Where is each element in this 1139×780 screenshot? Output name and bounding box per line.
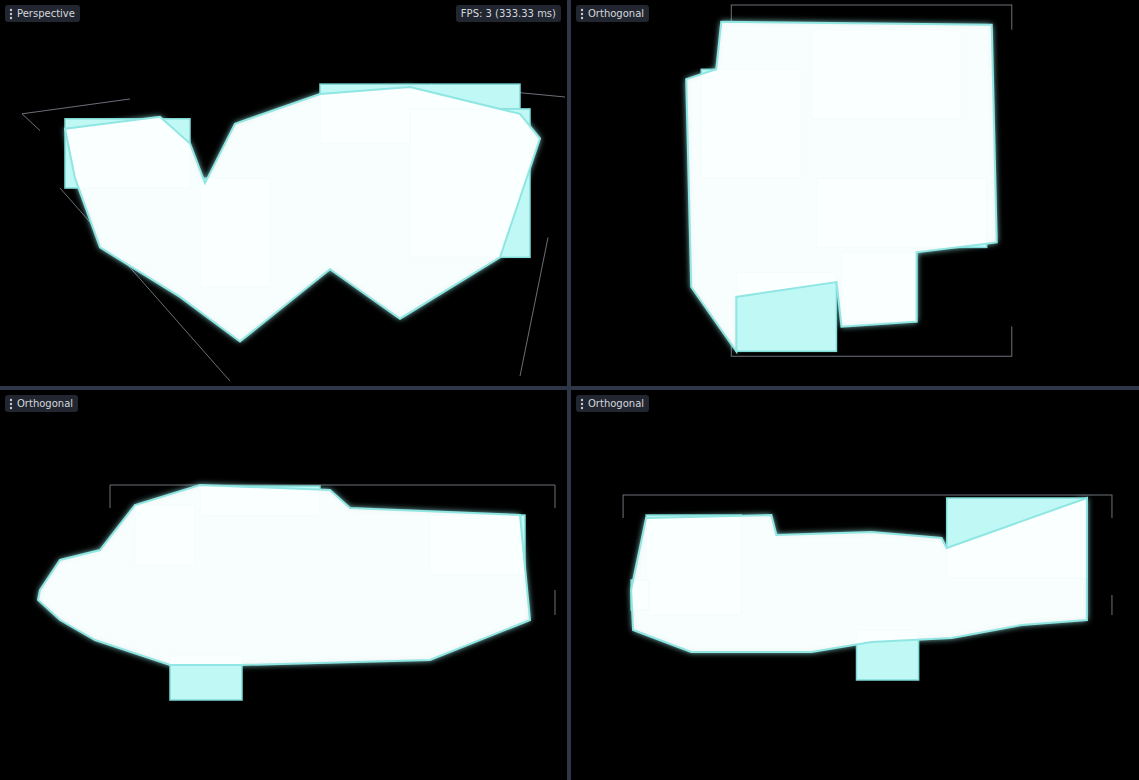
mesh-body: [38, 485, 530, 665]
kebab-icon: [9, 8, 13, 20]
view-menu[interactable]: Orthogonal: [5, 395, 78, 412]
mesh-glow: [38, 485, 530, 665]
kebab-icon: [9, 398, 13, 410]
mesh-glow: [686, 22, 997, 352]
view-label: Orthogonal: [588, 7, 644, 20]
view-label: Orthogonal: [588, 397, 644, 410]
mesh-body: [686, 22, 997, 352]
viewport[interactable]: Perspective FPS: 3 (333.33 ms): [0, 0, 567, 386]
level-mesh: [571, 0, 1139, 386]
kebab-icon: [580, 398, 584, 410]
kebab-icon: [580, 8, 584, 20]
view-label: Orthogonal: [17, 397, 73, 410]
level-mesh: [571, 390, 1139, 780]
mesh-body: [631, 498, 1087, 652]
camera-frame: [22, 84, 565, 381]
mesh-body: [65, 87, 540, 341]
viewport[interactable]: Orthogonal: [0, 390, 567, 780]
viewport[interactable]: Orthogonal: [571, 390, 1139, 780]
view-menu[interactable]: Perspective: [5, 5, 80, 22]
mesh-glow: [65, 87, 540, 341]
viewport[interactable]: Orthogonal: [571, 0, 1139, 386]
view-label: Perspective: [17, 7, 75, 20]
mesh-glow: [631, 498, 1087, 652]
viewport-editor: Perspective FPS: 3 (333.33 ms) Orthogonal O…: [0, 0, 1139, 780]
level-mesh: [0, 0, 567, 386]
fps-label: FPS: 3 (333.33 ms): [456, 5, 561, 22]
level-mesh: [0, 390, 567, 780]
view-menu[interactable]: Orthogonal: [576, 395, 649, 412]
view-menu[interactable]: Orthogonal: [576, 5, 649, 22]
